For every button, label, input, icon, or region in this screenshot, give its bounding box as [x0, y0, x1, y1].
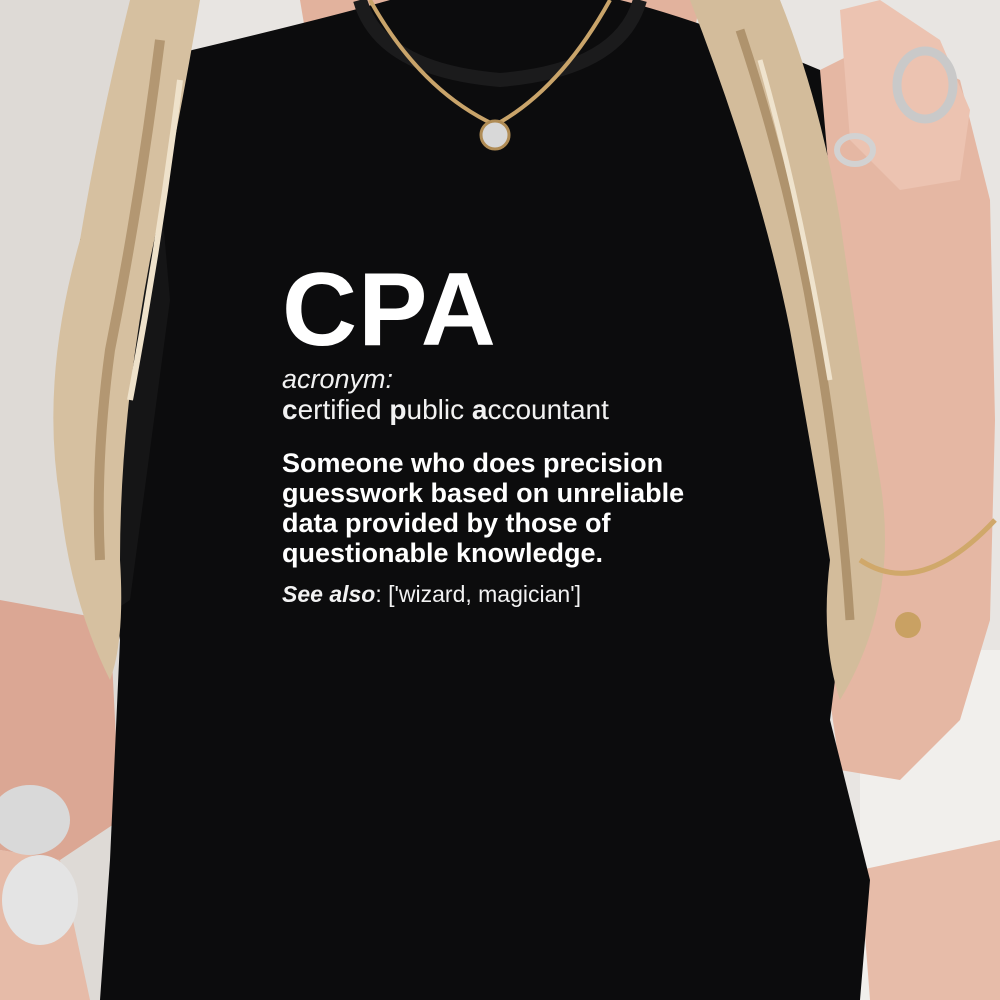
- print-expansion: certified public accountant: [282, 394, 762, 426]
- definition-line: guesswork based on unreliable: [282, 478, 685, 508]
- necklace-pendant-icon: [479, 119, 511, 151]
- print-see-also: See also: ['wizard, magician']: [282, 580, 762, 608]
- bracelet-charm-icon: [895, 612, 921, 638]
- expansion-rest-1: ertified: [297, 394, 390, 425]
- expansion-initial-1: c: [282, 394, 298, 425]
- expansion-rest-2: ublic: [406, 394, 472, 425]
- expansion-rest-3: ccountant: [487, 394, 609, 425]
- see-also-label: See also: [282, 581, 376, 607]
- definition-line: Someone who does precision: [282, 448, 664, 478]
- scrunchie: [2, 855, 78, 945]
- print-part-of-speech: acronym:: [282, 364, 394, 394]
- expansion-initial-3: a: [471, 394, 488, 425]
- shirt-print: CPA acronym: certified public accountant…: [282, 252, 762, 608]
- print-definition: Someone who does precision guesswork bas…: [282, 448, 752, 568]
- print-word: CPA: [282, 252, 497, 368]
- definition-line: questionable knowledge.: [282, 538, 604, 568]
- photo-scene: CPA acronym: certified public accountant…: [0, 0, 1000, 1000]
- see-also-value: : ['wizard, magician']: [375, 581, 581, 607]
- definition-line: data provided by those of: [282, 508, 611, 538]
- expansion-initial-2: p: [389, 394, 407, 425]
